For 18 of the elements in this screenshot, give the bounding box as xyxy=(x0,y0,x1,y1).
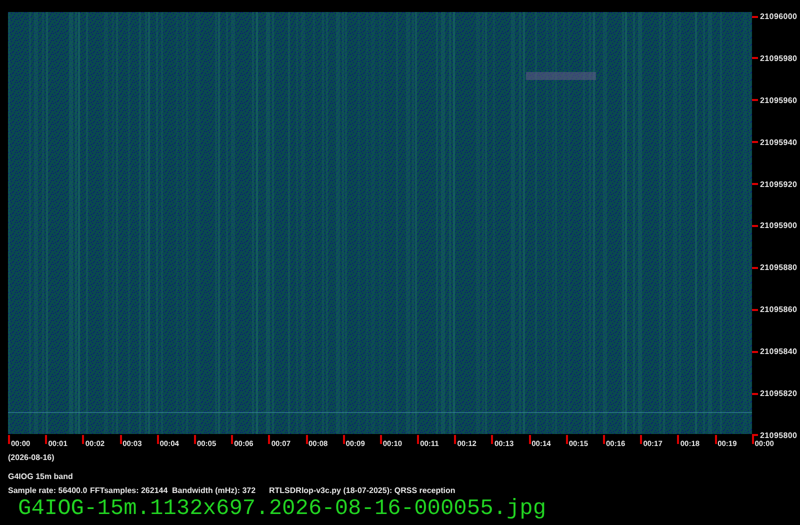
frequency-label: 21095900 xyxy=(760,221,798,230)
setting-label: Bandwidth (mHz): 372 xyxy=(172,486,257,495)
frequency-label: 21096000 xyxy=(760,12,798,21)
frequency-label: 21095920 xyxy=(760,180,798,189)
frequency-label: 21095880 xyxy=(760,263,798,272)
frequency-label: 21095980 xyxy=(760,54,798,63)
setting-label: RTLSDRlop-v3c.py (18-07-2025): QRSS reception xyxy=(269,486,456,495)
frequency-label: 21095960 xyxy=(760,96,798,105)
filename-caption: G4IOG-15m.1132x697.2026-08-16-000055.jpg xyxy=(18,498,548,520)
setting-label: FFTsamples: 262144 xyxy=(90,486,169,495)
frequency-label: 21095840 xyxy=(760,347,798,356)
frequency-label: 21095820 xyxy=(760,389,798,398)
setting-label: Sample rate: 56400.0 xyxy=(8,486,88,495)
frequency-label: 21095860 xyxy=(760,305,798,314)
frequency-label: 21095800 xyxy=(760,430,798,440)
frequency-label: 21095940 xyxy=(760,138,798,147)
date-label: (2026-08-16) xyxy=(8,453,54,462)
station-label: G4IOG 15m band xyxy=(8,472,73,481)
